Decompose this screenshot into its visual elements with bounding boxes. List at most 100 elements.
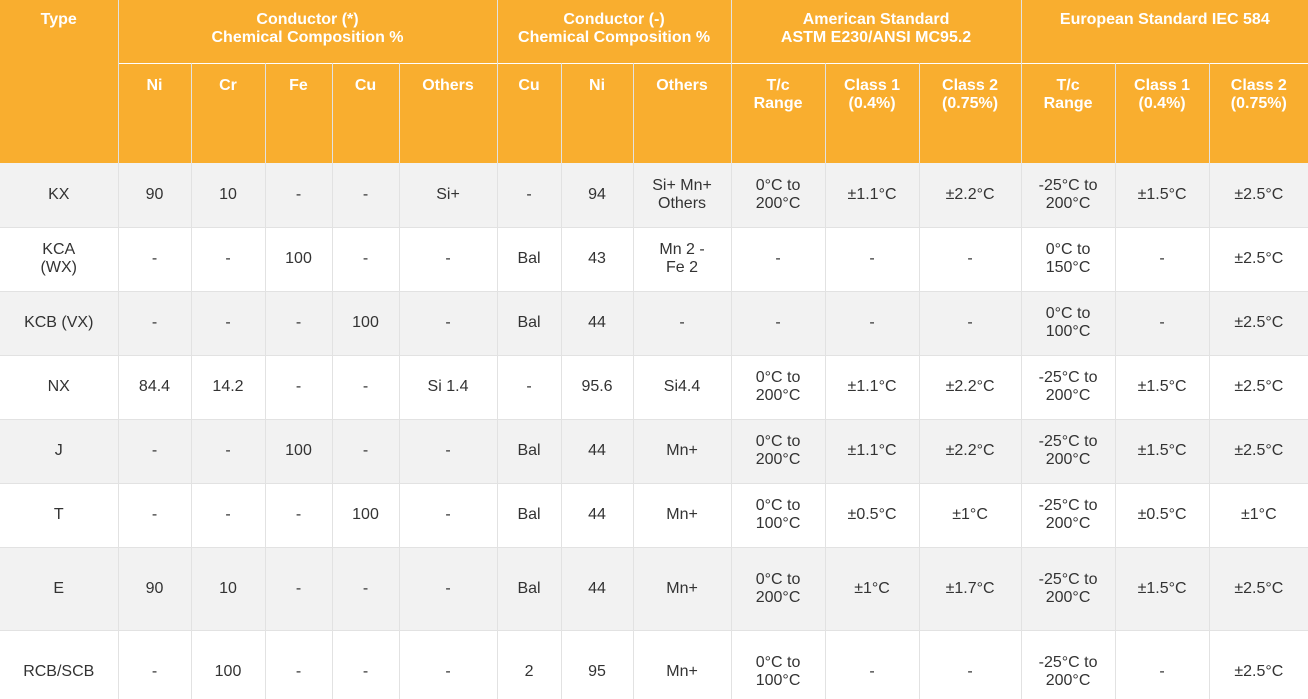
table-cell: ±2.2°C [919,355,1022,420]
table-cell: - [399,483,498,548]
subheader-cell: Cu [332,62,400,163]
table-cell: - [1115,291,1210,356]
table-cell: 100 [265,419,333,484]
table-cell: 90 [118,547,192,631]
table-cell: - [265,355,333,420]
table-cell: - [191,483,266,548]
table-cell: - [1115,630,1210,699]
row-type-cell: KCA (WX) [0,227,119,292]
row-type-cell: NX [0,355,119,420]
table-cell: - [332,419,400,484]
table-cell: 95 [561,630,634,699]
table-cell: Bal [497,291,562,356]
table-cell: ±1.1°C [825,355,920,420]
table-row: T - - -100- Bal 44 Mn+ 0°C to 100°C ±0.5°C ±1°C -2… [0,483,1308,548]
table-cell: Si+ [399,163,498,228]
table-cell: ±0.5°C [1115,483,1210,548]
table-cell: ±1°C [1209,483,1308,548]
table-cell: - [118,227,192,292]
table-cell: ±2.5°C [1209,355,1308,420]
row-type-cell: KCB (VX) [0,291,119,356]
table-cell: Si+ Mn+ Others [633,163,732,228]
subheader-cell: Others [633,62,732,163]
table-cell: 0°C to 100°C [731,630,826,699]
subheader-cell: Fe [265,62,333,163]
table-cell: - [265,483,333,548]
table-cell: - [399,547,498,631]
table-cell: 0°C to 150°C [1021,227,1116,292]
table-cell: 0°C to 200°C [731,547,826,631]
subheader-cell: Class 1 (0.4%) [1115,62,1210,163]
table-cell: - [825,227,920,292]
subheader-cell: Cr [191,62,266,163]
subheader-cell: Ni [118,62,192,163]
table-cell: - [265,291,333,356]
table-cell: Bal [497,419,562,484]
table-row: KCB (VX) - - -100- Bal 44- - - -0°C to 100°C - ±2.… [0,291,1308,356]
table-cell: 10 [191,547,266,631]
subheader-cell: Class 2 (0.75%) [1209,62,1308,163]
header-european-standard: European Standard IEC 584 [1021,0,1308,63]
table-cell: - [731,227,826,292]
table-cell: ±1.5°C [1115,419,1210,484]
table-cell: - [191,291,266,356]
table-cell: - [919,291,1022,356]
table-cell: - [332,630,400,699]
table-cell: - [191,227,266,292]
table-cell: - [118,630,192,699]
row-type-cell: T [0,483,119,548]
table-cell: ±1.5°C [1115,547,1210,631]
table-cell: - [497,355,562,420]
table-cell: - [265,163,333,228]
table-cell: 0°C to 100°C [1021,291,1116,356]
table-cell: ±1°C [919,483,1022,548]
row-type-cell: E [0,547,119,631]
table-cell: -25°C to 200°C [1021,355,1116,420]
table-cell: - [118,419,192,484]
table-cell: Mn+ [633,483,732,548]
table-cell: - [497,163,562,228]
table-cell: ±1.1°C [825,163,920,228]
table-cell: Mn 2 - Fe 2 [633,227,732,292]
table-cell: - [399,630,498,699]
row-type-cell: RCB/SCB [0,630,119,699]
table-cell: - [332,227,400,292]
table-cell: 84.4 [118,355,192,420]
table-cell: 2 [497,630,562,699]
table-cell: Si4.4 [633,355,732,420]
subheader-cell: T/c Range [731,62,826,163]
subheader-cell: Others [399,62,498,163]
table-cell: ±2.5°C [1209,630,1308,699]
table-row: NX 84.4 14.2- - Si 1.4-95.6 Si4.4 0°C to 200°C… [0,355,1308,420]
table-cell: ±2.5°C [1209,227,1308,292]
table-cell: 94 [561,163,634,228]
table-cell: ±2.5°C [1209,291,1308,356]
table-cell: ±0.5°C [825,483,920,548]
table-cell: -25°C to 200°C [1021,163,1116,228]
table-cell: -25°C to 200°C [1021,630,1116,699]
table-cell: 100 [332,291,400,356]
table-cell: 14.2 [191,355,266,420]
table-cell: - [919,227,1022,292]
table-cell: - [191,419,266,484]
table-cell: 100 [265,227,333,292]
table-cell: 90 [118,163,192,228]
table-cell: - [399,419,498,484]
table-cell: Bal [497,227,562,292]
subheader-cell: Class 2 (0.75%) [919,62,1022,163]
table-cell: ±1.5°C [1115,355,1210,420]
table-cell: Mn+ [633,547,732,631]
table-cell: Bal [497,547,562,631]
table-cell: ±1.5°C [1115,163,1210,228]
table-cell: ±1.7°C [919,547,1022,631]
table-cell: - [1115,227,1210,292]
subheader-cell: Class 1 (0.4%) [825,62,920,163]
table-cell: ±1.1°C [825,419,920,484]
header-conductor-negative: Conductor (-) Chemical Composition % [497,0,732,63]
thermocouple-spec-table: Type Conductor (*) Chemical Composition … [0,0,1308,699]
table-cell: Bal [497,483,562,548]
table-cell: - [118,483,192,548]
table-cell: - [399,227,498,292]
table-cell: ±2.2°C [919,419,1022,484]
table-cell: - [731,291,826,356]
